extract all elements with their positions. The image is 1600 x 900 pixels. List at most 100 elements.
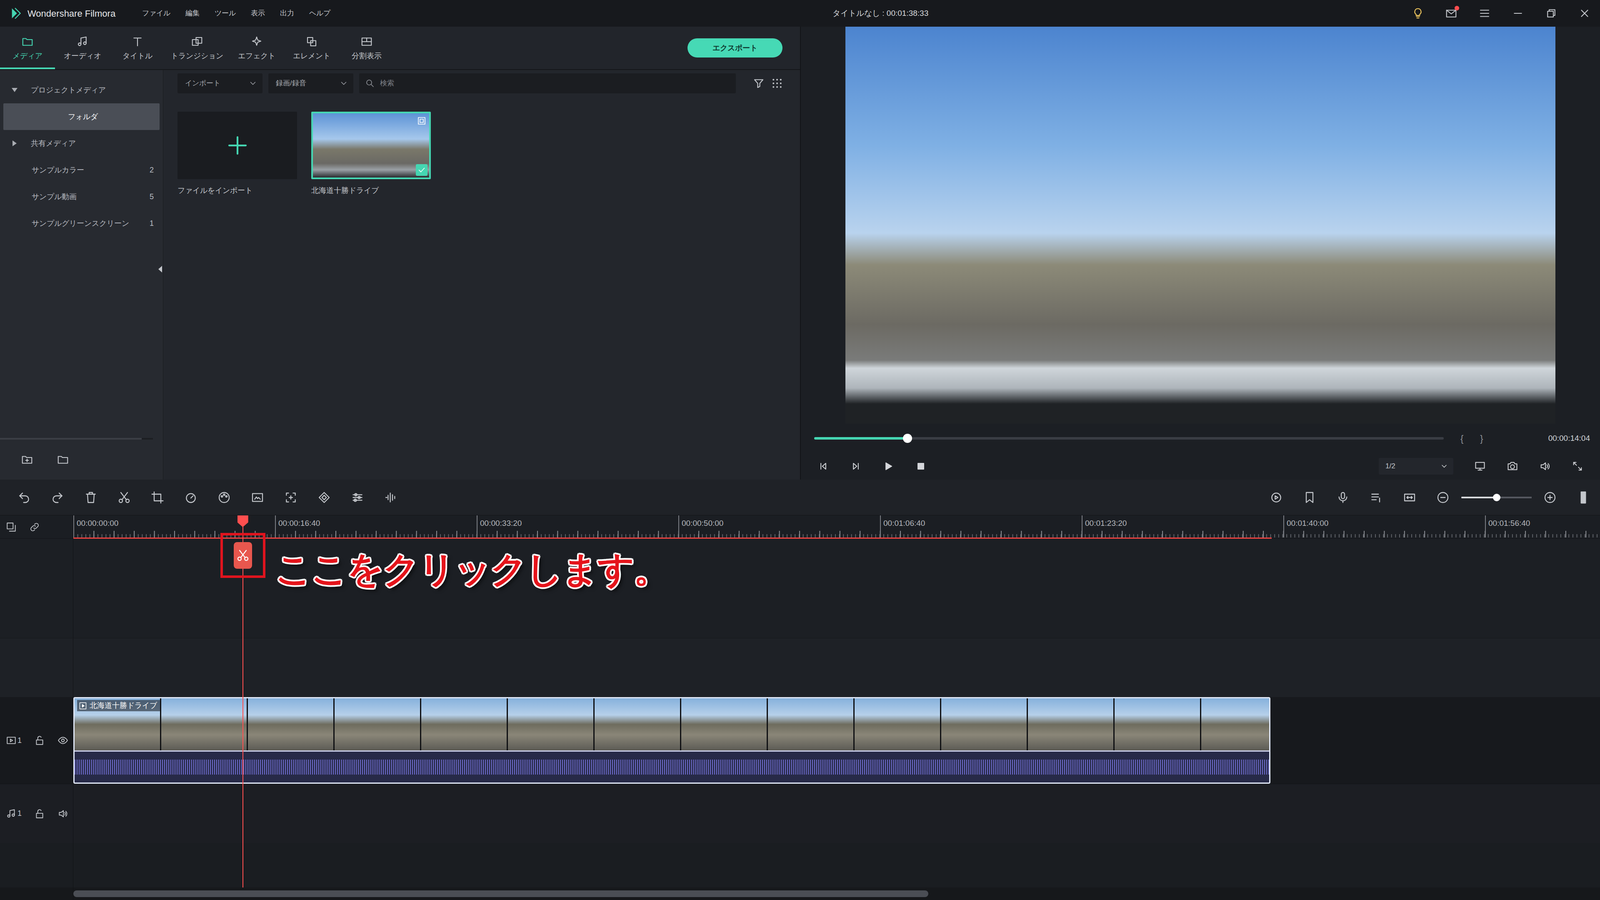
tab[interactable]: オーディオ — [55, 26, 110, 70]
time-ruler[interactable]: 00:00:00:0000:00:16:4000:00:33:2000:00:5… — [73, 515, 1600, 538]
slider-knob[interactable] — [902, 433, 913, 443]
app-name: Wondershare Filmora — [27, 6, 116, 21]
sidebar-item[interactable]: 共有メディア — [3, 130, 160, 157]
speaker-icon[interactable] — [57, 808, 69, 820]
greenscreen-icon[interactable] — [250, 490, 265, 505]
menu-item[interactable]: 表示 — [250, 7, 265, 19]
new-folder-icon[interactable] — [20, 453, 34, 466]
menu-item[interactable]: 編集 — [185, 7, 200, 19]
speed-icon[interactable] — [184, 490, 198, 505]
tab[interactable]: 分割表示 — [339, 26, 395, 70]
zoom-slider[interactable] — [1461, 496, 1532, 499]
search-input[interactable] — [379, 77, 730, 90]
playhead-handle[interactable] — [237, 515, 249, 528]
media-item[interactable]: 北海道十勝ドライブ — [311, 111, 431, 197]
redo-icon[interactable] — [50, 490, 65, 505]
menu-item[interactable]: ツール — [214, 7, 236, 19]
lock-icon[interactable] — [34, 735, 45, 746]
crop-icon[interactable] — [150, 490, 165, 505]
scroll-thumb[interactable] — [73, 890, 929, 898]
add-track-icon[interactable] — [5, 521, 17, 533]
adjust-icon[interactable] — [350, 490, 365, 505]
next-frame-icon[interactable] — [850, 460, 862, 473]
render-icon[interactable] — [1269, 490, 1283, 505]
tab[interactable]: エレメント — [284, 26, 340, 70]
sidebar-item[interactable]: サンプルカラー2 — [3, 156, 160, 184]
sidebar-item[interactable]: サンプルグリーンスクリーン1 — [3, 210, 160, 237]
volume-icon[interactable] — [1539, 460, 1551, 473]
zoomin-icon[interactable] — [1543, 490, 1557, 505]
lightbulb-icon[interactable] — [1411, 7, 1425, 20]
play-icon[interactable] — [882, 460, 895, 473]
mark-in[interactable]: { — [1460, 431, 1464, 446]
menu-item[interactable]: ヘルプ — [309, 7, 331, 19]
snapshot-icon[interactable] — [1506, 460, 1519, 473]
window-title: タイトルなし : 00:01:38:33 — [832, 7, 929, 20]
clip-thumbnail[interactable] — [311, 111, 431, 180]
palette-icon[interactable] — [217, 490, 231, 505]
marker-icon[interactable] — [1302, 490, 1317, 505]
restore-icon[interactable] — [1545, 7, 1558, 20]
mic-icon[interactable] — [1336, 490, 1350, 505]
slider-knob[interactable] — [1492, 493, 1501, 502]
timeline-scrollbar[interactable] — [73, 890, 1600, 898]
annotation-box — [220, 532, 266, 578]
menu-item[interactable]: 出力 — [280, 7, 295, 19]
keyframe-icon[interactable] — [317, 490, 331, 505]
sidebar-item[interactable]: フォルダ — [3, 103, 160, 130]
panel-toggle-icon[interactable] — [1576, 490, 1590, 505]
previous-frame-icon[interactable] — [817, 460, 830, 473]
title-bar-left: Wondershare Filmora ファイル 編集 ツール 表示 出力 ヘルプ — [9, 6, 833, 21]
sidebar-label: 共有メディア — [30, 137, 76, 150]
minimize-icon[interactable] — [1511, 7, 1525, 20]
tab[interactable]: エフェクト — [229, 26, 285, 70]
export-button[interactable]: エクスポート — [687, 38, 783, 58]
close-icon[interactable] — [1578, 7, 1591, 20]
tab[interactable]: メディア — [0, 26, 55, 70]
menu-icon[interactable] — [1478, 7, 1491, 20]
media-grid: ファイルをインポート北海道十勝ドライブ — [177, 111, 784, 197]
undo-icon[interactable] — [17, 490, 31, 505]
tab[interactable]: トランジション — [165, 26, 230, 70]
fullscreen-icon[interactable] — [1571, 460, 1584, 473]
stop-icon[interactable] — [915, 460, 927, 473]
media-library: インポート録画/録音ファイルをインポート北海道十勝ドライブ — [163, 70, 800, 480]
link-icon[interactable] — [29, 521, 40, 533]
mail-icon[interactable] — [1445, 7, 1458, 20]
audiowave-icon[interactable] — [384, 490, 398, 505]
lock-icon[interactable] — [34, 808, 45, 820]
voicelist-icon[interactable] — [1369, 490, 1383, 505]
tab[interactable]: タイトル — [110, 26, 165, 70]
eye-icon[interactable] — [57, 735, 69, 746]
quality-dropdown[interactable]: 1/2 — [1378, 457, 1454, 475]
import-dropdown[interactable]: インポート — [177, 73, 263, 94]
sidebar-item[interactable]: サンプル動画5 — [3, 183, 160, 210]
display-icon[interactable] — [1474, 460, 1486, 473]
scrub-track[interactable] — [814, 437, 1444, 440]
track-header — [0, 538, 74, 638]
expand-arrow-icon[interactable] — [12, 140, 17, 147]
menu-item[interactable]: ファイル — [142, 7, 171, 19]
collapse-handle-icon[interactable] — [158, 265, 163, 273]
filter-icon[interactable] — [752, 77, 765, 90]
import-tile[interactable] — [177, 111, 298, 180]
grid-view-icon[interactable] — [770, 77, 784, 90]
mark-out[interactable]: } — [1480, 431, 1483, 446]
zoomcrop-icon[interactable] — [284, 490, 298, 505]
item-count: 2 — [146, 164, 154, 176]
expand-arrow-icon[interactable] — [11, 87, 18, 93]
search-field[interactable] — [359, 73, 736, 94]
playhead[interactable] — [242, 515, 244, 888]
scissors-icon[interactable] — [117, 490, 131, 505]
split-button[interactable] — [233, 542, 253, 569]
fit-icon[interactable] — [1402, 490, 1417, 505]
folder-icon[interactable] — [56, 453, 70, 466]
sidebar-item[interactable]: プロジェクトメディア — [3, 76, 160, 104]
trash-icon[interactable] — [84, 490, 98, 505]
zoomout-icon[interactable] — [1436, 490, 1450, 505]
scroll-thumb[interactable] — [0, 437, 142, 440]
video-clip[interactable]: 北海道十勝ドライブ — [73, 697, 1271, 784]
record-dropdown[interactable]: 録画/録音 — [268, 73, 354, 94]
filmora-logo-icon[interactable] — [9, 6, 23, 20]
media-item[interactable]: ファイルをインポート — [177, 111, 298, 197]
